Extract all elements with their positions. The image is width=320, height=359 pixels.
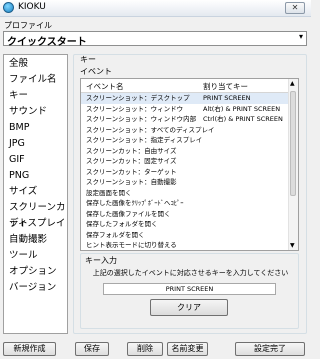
scroll-up-icon[interactable]: ▲ [290, 80, 295, 87]
sidebar-item[interactable]: 自動撮影 [9, 232, 47, 248]
sidebar-item[interactable]: 全般 [9, 56, 28, 72]
title-bar: KIOKU ✕ [0, 0, 311, 17]
new-profile-button[interactable]: 新規作成 [3, 342, 56, 356]
event-row[interactable]: 保存した画像ファイルを開く [81, 209, 290, 220]
profile-label: プロファイル [4, 21, 52, 30]
delete-button[interactable]: 削除 [127, 342, 163, 356]
save-button[interactable]: 保存 [75, 342, 109, 356]
app-icon [3, 2, 14, 13]
key-input-panel: キー入力 上記の選択したイベントに対応させるキーを入力してください PRINT … [80, 253, 299, 329]
sidebar-item[interactable]: キー [9, 88, 28, 104]
sidebar-item[interactable]: バージョン [9, 280, 56, 296]
assigned-key: PRINT SCREEN [203, 94, 251, 102]
event-row[interactable]: スクリーンカット：自由サイズ [81, 146, 290, 157]
scroll-thumb[interactable] [290, 91, 296, 196]
event-name: 保存した画像をｸﾘｯﾌﾟﾎﾞｰﾄﾞへｺﾋﾟｰ [86, 199, 184, 207]
event-row[interactable]: スクリーンカット：ターゲット [81, 167, 290, 178]
event-row[interactable]: 保存したフォルダを開く [81, 219, 290, 230]
scroll-down-icon[interactable]: ▼ [290, 242, 295, 249]
event-row[interactable]: スクリーンカット：固定サイズ [81, 156, 290, 167]
sidebar-item[interactable]: BMP [9, 120, 29, 136]
sidebar-item[interactable]: PNG [9, 168, 29, 184]
event-name: スクリーンショット：自動撮影 [86, 178, 177, 186]
event-list: イベント名 割り当てキー スクリーンショット：デスクトップ PRINT SCREE… [80, 78, 299, 251]
assigned-key: Ctrl(右) & PRINT SCREEN [203, 115, 283, 123]
event-name: 設定画面を開く [86, 188, 132, 197]
sidebar-item[interactable]: ディスプレイ [9, 216, 65, 232]
category-list: 全般 ファイル名 キー サウンド BMP JPG GIF PNG サイズ スクリ… [3, 54, 68, 334]
event-name: スクリーンショット：すべてのディスプレイ [86, 125, 215, 134]
column-assigned-key[interactable]: 割り当てキー [203, 81, 248, 92]
window-title: KIOKU [18, 2, 46, 12]
event-name: スクリーンショット：指定ディスプレイ [86, 136, 203, 144]
event-name: 保存したフォルダを開く [86, 220, 158, 228]
sidebar-item[interactable]: オプション [9, 264, 57, 280]
event-list-scrollbar[interactable]: ▲ ▼ [288, 79, 298, 250]
sidebar-item[interactable]: ファイル名 [9, 72, 57, 88]
key-input-description: 上記の選択したイベントに対応させるキーを入力してください [92, 269, 289, 277]
event-name: スクリーンカット：ターゲット [86, 167, 177, 176]
key-settings-panel: キー イベント イベント名 割り当てキー スクリーンショット：デスクトップ PRI… [73, 54, 307, 334]
event-name: スクリーンショット：ウィンドウ内部 [86, 115, 197, 123]
event-row[interactable]: スクリーンショット：自動撮影 [81, 177, 290, 188]
finish-settings-button[interactable]: 設定完了 [235, 342, 305, 356]
event-name: スクリーンショット：ウィンドウ [86, 104, 184, 113]
event-name: スクリーンカット：自由サイズ [86, 146, 177, 155]
sidebar-item[interactable]: JPG [9, 136, 25, 152]
profile-select[interactable]: クイックスタート ▾ [3, 31, 307, 48]
sidebar-item[interactable]: サイズ [9, 184, 37, 200]
profile-value: クイックスタート [7, 37, 87, 48]
sidebar-item[interactable]: スクリーンカット [9, 200, 67, 229]
event-list-header: イベント名 割り当てキー [81, 79, 290, 93]
event-row[interactable]: スクリーンショット：すべてのディスプレイ [81, 125, 290, 136]
event-label: イベント [80, 67, 112, 76]
assigned-key: Alt(右) & PRINT SCREEN [203, 104, 281, 113]
close-button[interactable]: ✕ [285, 2, 305, 14]
key-group-title: キー [80, 55, 96, 64]
event-row[interactable]: 設定画面を開く [81, 188, 290, 199]
event-name: ヒント表示モードに切り替える [86, 241, 177, 249]
chevron-down-icon: ▾ [298, 32, 303, 41]
event-name: 保存フォルダを開く [86, 230, 145, 239]
column-event-name[interactable]: イベント名 [86, 81, 124, 92]
event-row[interactable]: スクリーンショット：ウィンドウ内部 Ctrl(右) & PRINT SCREEN [81, 114, 290, 125]
event-row[interactable]: ヒント表示モードに切り替える [81, 240, 290, 250]
key-input-field[interactable]: PRINT SCREEN [103, 283, 276, 295]
event-row[interactable]: 保存した画像をｸﾘｯﾌﾟﾎﾞｰﾄﾞへｺﾋﾟｰ [81, 198, 290, 209]
sidebar-item[interactable]: サウンド [9, 104, 47, 120]
event-row[interactable]: スクリーンショット：デスクトップ PRINT SCREEN [81, 93, 290, 104]
event-row[interactable]: スクリーンショット：ウィンドウ Alt(右) & PRINT SCREEN [81, 104, 290, 115]
sidebar-item[interactable]: ツール [9, 248, 38, 264]
event-name: スクリーンショット：デスクトップ [86, 94, 190, 102]
clear-button[interactable]: クリア [150, 299, 228, 316]
event-name: スクリーンカット：固定サイズ [86, 157, 177, 165]
key-input-title: キー入力 [85, 256, 117, 265]
sidebar-item[interactable]: GIF [9, 152, 25, 168]
event-row[interactable]: スクリーンショット：指定ディスプレイ [81, 135, 290, 146]
event-name: 保存した画像ファイルを開く [86, 209, 171, 218]
event-row[interactable]: 保存フォルダを開く [81, 230, 290, 241]
rename-button[interactable]: 名前変更 [167, 342, 208, 356]
